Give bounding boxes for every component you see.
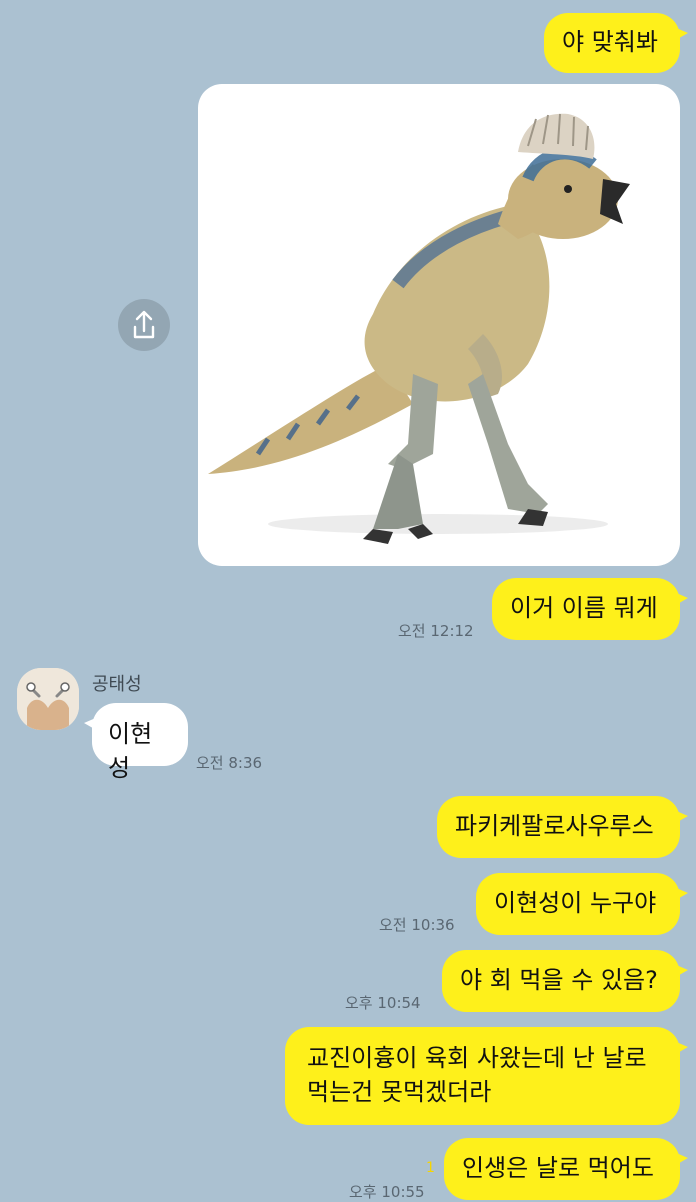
message-bubble[interactable]: 파키케팔로사우루스: [437, 796, 688, 858]
message-bubble[interactable]: 이현성: [84, 703, 188, 782]
message-timestamp: 오전 10:36: [379, 916, 455, 934]
message-bubble[interactable]: 교진이흉이 육회 사왔는데 난 날로 먹는건 못먹겠더라: [285, 1027, 688, 1125]
share-button[interactable]: [118, 299, 170, 351]
message-bubble[interactable]: 이현성이 누구야: [476, 873, 688, 935]
message-bubble[interactable]: 이거 이름 뭐게: [492, 578, 688, 640]
unread-count: 1: [426, 1160, 435, 1176]
message-timestamp: 오후 10:54: [345, 994, 421, 1012]
message-bubble[interactable]: 야 회 먹을 수 있음?: [442, 950, 688, 1012]
message-bubble[interactable]: 인생은 날로 먹어도: [444, 1138, 688, 1200]
message-bubble[interactable]: 야 맞춰봐: [544, 13, 688, 73]
message-timestamp: 오전 8:36: [196, 754, 263, 772]
avatar-image: [17, 668, 79, 730]
dinosaur-photo[interactable]: [198, 84, 680, 566]
message-timestamp: 오후 10:55: [349, 1183, 425, 1201]
avatar[interactable]: [17, 668, 79, 730]
sender-name: 공태성: [92, 674, 142, 695]
share-icon: [133, 310, 155, 339]
dinosaur-illustration: [208, 113, 630, 544]
message-timestamp: 오전 12:12: [398, 622, 474, 640]
